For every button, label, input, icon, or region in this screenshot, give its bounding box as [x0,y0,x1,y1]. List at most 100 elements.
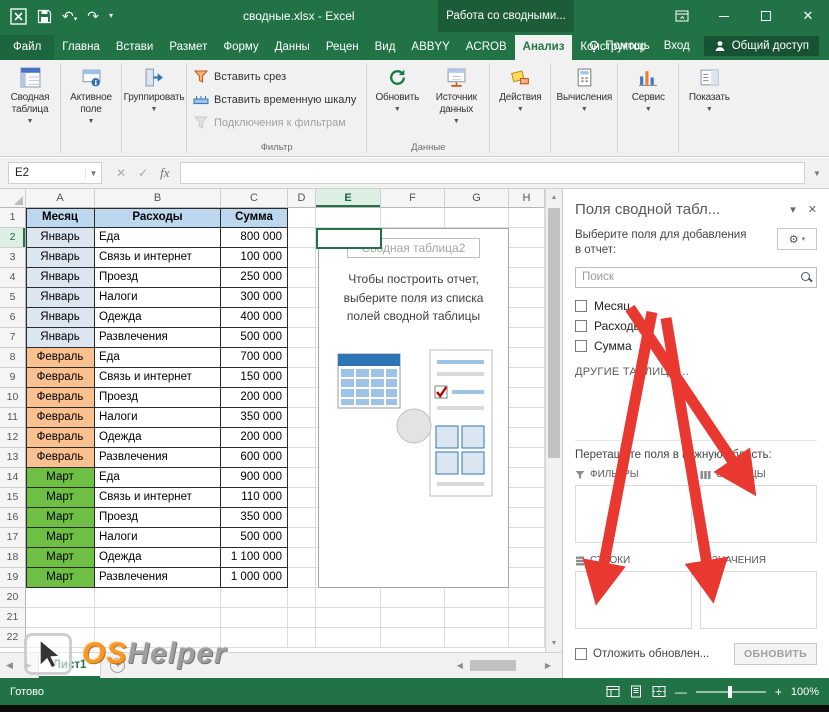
insert-slicer-button[interactable]: Вставить срез [189,65,364,88]
cell-C18[interactable]: 1 100 000 [221,548,288,568]
area-filters[interactable]: ФИЛЬТРЫ [575,467,692,543]
cell-C19[interactable]: 1 000 000 [221,568,288,588]
field-checkbox[interactable] [575,300,587,312]
row-header-7[interactable]: 7 [0,328,26,348]
cell-H14[interactable] [509,468,545,488]
normal-view-icon[interactable] [606,685,620,698]
cell-D2[interactable] [288,228,316,248]
cell-A8[interactable]: Февраль [26,348,95,368]
vertical-scroll-thumb[interactable] [548,208,560,458]
cell-A2[interactable]: Январь [26,228,95,248]
cell-H1[interactable] [509,208,545,228]
field-checkbox[interactable] [575,340,587,352]
minimize-button[interactable] [703,0,745,32]
cell-C9[interactable]: 150 000 [221,368,288,388]
hscroll-left-icon[interactable]: ◀ [454,661,466,670]
row-header-15[interactable]: 15 [0,488,26,508]
cell-A17[interactable]: Март [26,528,95,548]
zoom-out-icon[interactable]: — [675,686,687,698]
column-header-F[interactable]: F [381,189,445,208]
cell-H17[interactable] [509,528,545,548]
cell-A15[interactable]: Март [26,488,95,508]
cell-C7[interactable]: 500 000 [221,328,288,348]
cell-B17[interactable]: Налоги [95,528,221,548]
cell-C8[interactable]: 700 000 [221,348,288,368]
cell-B2[interactable]: Еда [95,228,221,248]
cell-C20[interactable] [221,588,288,608]
ribbon-tab-данны[interactable]: Данны [267,35,318,60]
zoom-in-icon[interactable]: + [775,686,782,698]
cell-H11[interactable] [509,408,545,428]
cell-G20[interactable] [445,588,509,608]
name-box[interactable]: E2 ▼ [8,162,102,184]
cell-A18[interactable]: Март [26,548,95,568]
data-source-button[interactable]: Источник данных▼ [425,61,487,141]
help-menu[interactable]: Помощь [588,40,649,53]
select-all-corner[interactable] [0,189,26,208]
cell-C17[interactable]: 500 000 [221,528,288,548]
zoom-slider[interactable] [696,691,766,693]
row-header-10[interactable]: 10 [0,388,26,408]
cell-D9[interactable] [288,368,316,388]
cell-D14[interactable] [288,468,316,488]
cell-D13[interactable] [288,448,316,468]
ribbon-tab-file[interactable]: Файл [0,35,54,60]
cell-E21[interactable] [316,608,381,628]
cell-H6[interactable] [509,308,545,328]
cell-H3[interactable] [509,248,545,268]
cell-B14[interactable]: Еда [95,468,221,488]
cell-D3[interactable] [288,248,316,268]
cell-B12[interactable]: Одежда [95,428,221,448]
show-button[interactable]: Показать▼ [681,61,737,141]
vertical-scrollbar[interactable]: ▲ ▼ [545,189,562,652]
cell-H4[interactable] [509,268,545,288]
cell-C6[interactable]: 400 000 [221,308,288,328]
cell-H8[interactable] [509,348,545,368]
row-header-11[interactable]: 11 [0,408,26,428]
column-header-G[interactable]: G [445,189,509,208]
cell-C11[interactable]: 350 000 [221,408,288,428]
horizontal-scroll-thumb[interactable] [470,660,516,671]
ribbon-tab-анализ[interactable]: Анализ [515,35,573,60]
cell-D7[interactable] [288,328,316,348]
cell-B16[interactable]: Проезд [95,508,221,528]
ribbon-display-options-icon[interactable] [661,0,703,32]
zoom-slider-thumb[interactable] [728,686,732,698]
cell-G22[interactable] [445,628,509,648]
cell-H13[interactable] [509,448,545,468]
cell-D8[interactable] [288,348,316,368]
cell-C21[interactable] [221,608,288,628]
cell-B4[interactable]: Проезд [95,268,221,288]
row-header-21[interactable]: 21 [0,608,26,628]
calculations-button[interactable]: Вычисления▼ [553,61,615,141]
pivottable-button[interactable]: Сводная таблица▼ [2,61,58,141]
maximize-button[interactable] [745,0,787,32]
pane-options-icon[interactable]: ▾ [790,203,796,216]
column-header-A[interactable]: A [26,189,95,208]
cell-H19[interactable] [509,568,545,588]
cell-H10[interactable] [509,388,545,408]
cell-A1[interactable]: Месяц [26,208,95,228]
cell-C5[interactable]: 300 000 [221,288,288,308]
cell-B1[interactable]: Расходы [95,208,221,228]
cell-B18[interactable]: Одежда [95,548,221,568]
zoom-level[interactable]: 100% [791,686,819,698]
cell-B3[interactable]: Связь и интернет [95,248,221,268]
column-header-C[interactable]: C [221,189,288,208]
page-break-view-icon[interactable] [652,685,666,698]
column-header-H[interactable]: H [509,189,545,208]
defer-checkbox[interactable] [575,648,587,660]
ribbon-tab-встави[interactable]: Встави [108,35,162,60]
cell-C22[interactable] [221,628,288,648]
redo-icon[interactable]: ↷ [87,9,99,23]
cell-B9[interactable]: Связь и интернет [95,368,221,388]
row-header-17[interactable]: 17 [0,528,26,548]
sign-in-link[interactable]: Вход [664,40,690,52]
search-input[interactable] [575,267,817,288]
row-header-5[interactable]: 5 [0,288,26,308]
more-tables-link[interactable]: ДРУГИЕ ТАБЛИЦЫ... [575,366,817,378]
active-field-button[interactable]: Активное поле▼ [63,61,119,141]
field-item-month[interactable]: Месяц [575,296,817,316]
cell-C13[interactable]: 600 000 [221,448,288,468]
cell-B15[interactable]: Связь и интернет [95,488,221,508]
